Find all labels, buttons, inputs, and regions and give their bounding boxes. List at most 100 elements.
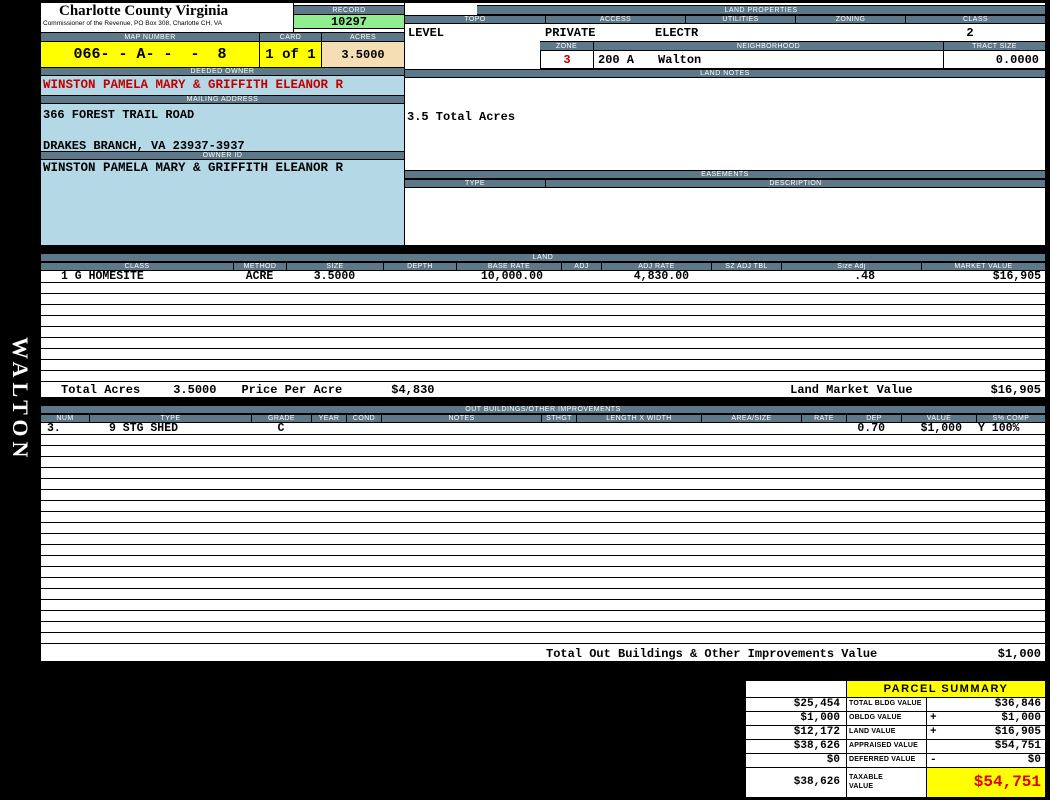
land-adj (561, 271, 601, 282)
total-bldg-value: $36,846 (926, 698, 1045, 711)
empty-row (41, 489, 1045, 500)
col-s-comp: S% COMP (976, 415, 1045, 422)
empty-row (41, 282, 1045, 293)
land-market-value-label: Land Market Value (790, 383, 913, 397)
empty-row (41, 348, 1045, 359)
empty-row (41, 326, 1045, 337)
land-properties-bar-row: LAND PROPERTIES (405, 3, 1045, 15)
out-building-row: 3. 9 STG SHED C 0.70 $1,000 Y 100% (41, 423, 1045, 434)
land-properties-section-label: LAND PROPERTIES (477, 5, 1045, 15)
taxable-label: TAXABLE VALUE (849, 774, 883, 790)
total-acres-value: 3.5000 (173, 383, 217, 397)
record-value: 10297 (294, 15, 404, 29)
prior-obldg: $1,000 (800, 712, 840, 724)
owner-panel: Charlotte County Virginia Commissioner o… (40, 2, 405, 246)
land-size-adj: .48 (854, 271, 875, 282)
taxable-value: $54,751 (926, 768, 1045, 797)
land-totals-row: Total Acres 3.5000 Price Per Acre $4,830… (41, 381, 1045, 398)
neighborhood-name: Walton (658, 52, 702, 67)
land-depth (383, 271, 456, 282)
record-label: RECORD (294, 5, 404, 15)
land-sz-adj-tbl (711, 271, 781, 282)
easements-headers: TYPE DESCRIPTION (405, 179, 1045, 188)
empty-row (41, 555, 1045, 566)
topo-value: LEVEL (408, 26, 445, 40)
ob-value: $1,000 (920, 423, 962, 434)
ob-s-comp: Y 100% (978, 423, 1020, 434)
empty-row (41, 445, 1045, 456)
county-header-row: Charlotte County Virginia Commissioner o… (41, 3, 404, 32)
col-sthgt: STHGT (541, 415, 576, 422)
land-properties-spacer (405, 5, 477, 15)
land-size: 3.5000 (313, 271, 356, 282)
empty-row (41, 315, 1045, 326)
obldg-sign: + (930, 712, 937, 724)
land-adj-rate: 4,830.00 (633, 271, 689, 282)
empty-row (41, 610, 1045, 621)
land-value: $16,905 (994, 726, 1041, 738)
utilities-value: ELECTR (655, 26, 699, 40)
zone-value: 3 (540, 51, 593, 69)
appraised-value: $54,751 (926, 740, 1045, 753)
land-value-label: LAND VALUE (846, 726, 926, 739)
class-header: CLASS (905, 16, 1045, 23)
access-header: ACCESS (545, 16, 685, 23)
land-market-value: $16,905 (992, 271, 1041, 282)
county-title: Charlotte County Virginia (59, 3, 229, 19)
col-market-value: MARKET VALUE (921, 263, 1045, 270)
district-vertical-label: WALTON (8, 337, 33, 463)
land-section-label: LAND (41, 253, 1045, 262)
out-buildings-column-headers: NUM TYPE GRADE YEAR COND NOTES STHGT LEN… (41, 414, 1045, 423)
price-per-acre-value: $4,830 (391, 383, 435, 397)
ob-type: 9 STG SHED (109, 423, 179, 434)
map-number-label: MAP NUMBER (124, 33, 176, 41)
acres-label: ACRES (321, 33, 404, 41)
empty-row (41, 293, 1045, 304)
empty-row (41, 467, 1045, 478)
empty-row (41, 511, 1045, 522)
land-value-cell: + $16,905 (926, 726, 1045, 739)
zone-header-row: ZONE NEIGHBORHOOD TRACT SIZE (405, 41, 1045, 51)
neighborhood-code: 200 A (598, 52, 635, 67)
tract-size-value: 0.0000 (943, 51, 1045, 69)
empty-row (41, 456, 1045, 467)
empty-row (41, 621, 1045, 632)
ob-year (311, 423, 346, 434)
empty-row (41, 533, 1045, 544)
mailing-address-label: MAILING ADDRESS (41, 95, 404, 104)
prior-deferred: $0 (826, 754, 840, 766)
prior-total-bldg: $25,454 (793, 698, 840, 710)
record-box: RECORD 10297 (294, 3, 404, 32)
deferred-value: $0 (1027, 754, 1041, 766)
land-market-value-total: $16,905 (990, 383, 1041, 397)
land-column-headers: CLASS METHOD SIZE DEPTH BASE RATE ADJ AD… (41, 262, 1045, 271)
obldg-value-cell: + $1,000 (926, 712, 1045, 725)
col-rate: RATE (801, 415, 846, 422)
ob-grade: C (277, 423, 285, 434)
summary-row-total-bldg: $25,454 TOTAL BLDG VALUE $36,846 (746, 697, 1045, 711)
empty-row (41, 304, 1045, 315)
col-num: NUM (56, 415, 74, 422)
parcel-summary-title-row: PARCEL SUMMARY (746, 681, 1045, 697)
summary-row-deferred: $0 DEFERRED VALUE - $0 (746, 753, 1045, 767)
taxable-label-cell: TAXABLE VALUE (846, 768, 926, 797)
out-buildings-total-row: Total Out Buildings & Other Improvements… (41, 643, 1045, 663)
col-base-rate: BASE RATE (456, 263, 561, 270)
zoning-header: ZONING (795, 16, 905, 23)
card-value: 1 of 1 (259, 42, 321, 67)
col-adj: ADJ (561, 263, 601, 270)
empty-row (41, 599, 1045, 610)
obldg-value: $1,000 (1001, 712, 1041, 724)
topo-header: TOPO (464, 16, 486, 23)
summary-row-obldg: $1,000 OBLDG VALUE + $1,000 (746, 711, 1045, 725)
land-properties-values: LEVEL PRIVATE ELECTR 2 (405, 24, 1045, 41)
prior-appraised: $38,626 (793, 740, 840, 752)
col-size-adj: Size Adj (781, 263, 921, 270)
empty-row (41, 434, 1045, 445)
county-title-box: Charlotte County Virginia Commissioner o… (41, 3, 294, 32)
out-buildings-section: OUT BUILDINGS/OTHER IMPROVEMENTS NUM TYP… (40, 404, 1046, 662)
prior-taxable: $38,626 (793, 776, 840, 788)
district-strip: WALTON (0, 0, 40, 800)
class-value: 2 (966, 26, 974, 40)
col-cond: COND (346, 415, 381, 422)
